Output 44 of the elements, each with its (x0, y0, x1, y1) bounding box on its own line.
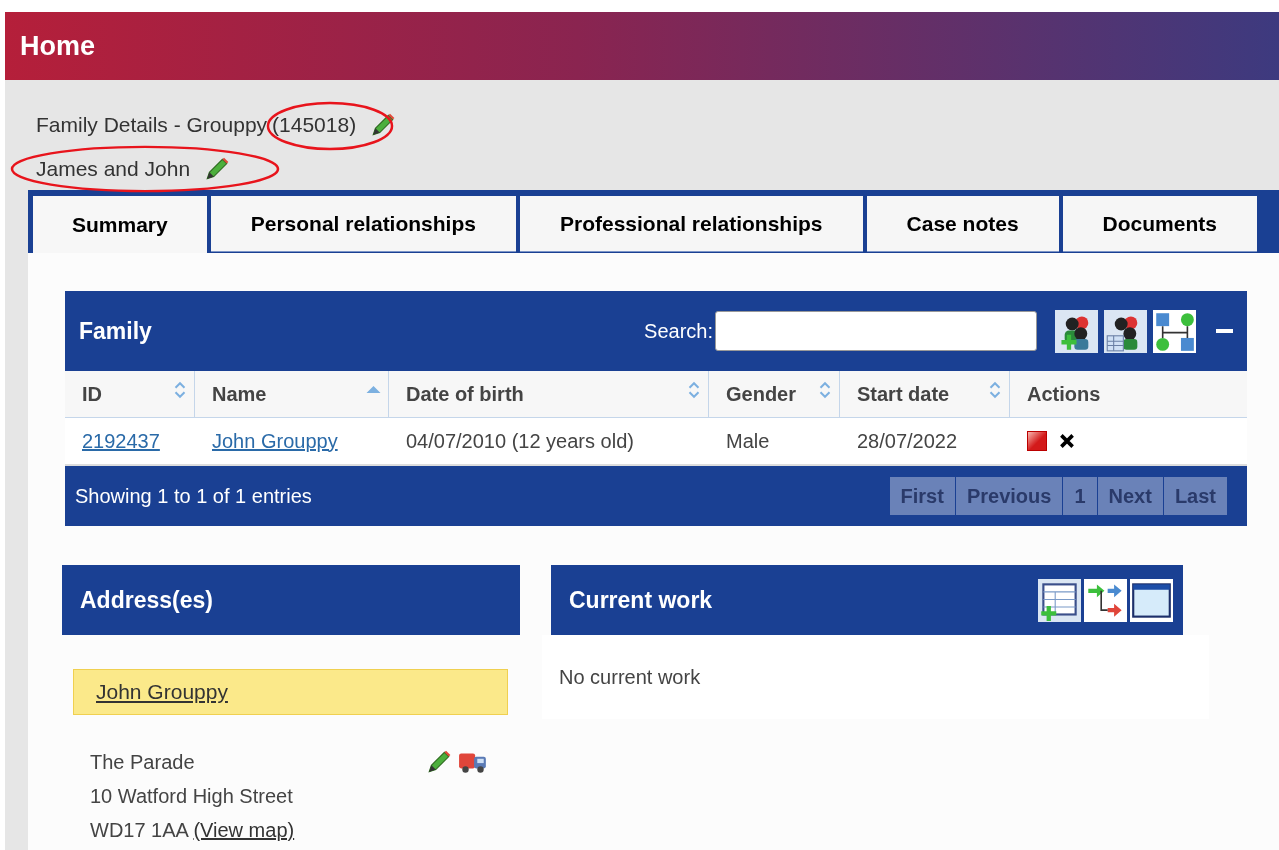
table-cell: 28/07/2022 (857, 429, 958, 453)
column-header[interactable]: Start date (840, 371, 1010, 417)
empty-message: No current work (559, 665, 701, 689)
person-link[interactable]: John Grouppy (96, 680, 228, 704)
column-header[interactable]: Name (195, 371, 389, 417)
add-table-icon[interactable] (1038, 578, 1081, 622)
column-header[interactable]: Actions (1010, 371, 1247, 417)
family-name: James and John (36, 157, 191, 180)
search-label: Search: (644, 319, 713, 343)
people-table-icon[interactable] (1104, 309, 1147, 353)
tab[interactable]: Personal relationships (210, 195, 516, 252)
table-cell: Male (726, 429, 770, 453)
name-link[interactable]: John Grouppy (212, 429, 338, 453)
column-header[interactable]: Gender (709, 371, 840, 417)
tab[interactable]: Professional relationships (519, 195, 863, 252)
pencil-icon[interactable] (204, 156, 231, 182)
address-line: The Parade (90, 750, 195, 775)
family-title: Family Details - Grouppy (36, 113, 268, 137)
tab[interactable]: Documents (1062, 195, 1257, 252)
id-link[interactable]: 2192437 (82, 429, 160, 453)
view-map-link[interactable]: (View map) (193, 819, 295, 841)
address-line: 10 Watford High Street (90, 784, 294, 809)
pencil-icon[interactable] (426, 749, 452, 775)
column-header[interactable]: Date of birth (389, 371, 709, 417)
stop-icon[interactable] (1027, 431, 1047, 451)
pencil-icon[interactable] (370, 112, 397, 138)
tab[interactable]: Summary (33, 195, 207, 253)
tab[interactable]: Case notes (866, 195, 1059, 252)
panel-title: Family (79, 317, 152, 345)
panel-title: Address(es) (80, 586, 213, 614)
add-people-icon[interactable] (1055, 309, 1098, 353)
search-field[interactable] (715, 311, 1037, 351)
panel-title: Current work (569, 586, 713, 614)
hierarchy-icon[interactable] (1153, 309, 1196, 353)
workflow-arrows-icon[interactable] (1084, 578, 1127, 622)
postcode: WD17 1AA (90, 819, 188, 841)
table-cell: 04/07/2010 (12 years old) (406, 429, 634, 453)
entries-info: Showing 1 to 1 of 1 entries (75, 484, 312, 508)
truck-icon[interactable] (458, 750, 488, 774)
delete-icon[interactable] (1058, 432, 1076, 450)
window-icon[interactable] (1130, 578, 1173, 622)
page-heading: Home (20, 30, 95, 62)
family-id: (145018) (272, 113, 357, 136)
column-header[interactable]: ID (65, 371, 195, 417)
